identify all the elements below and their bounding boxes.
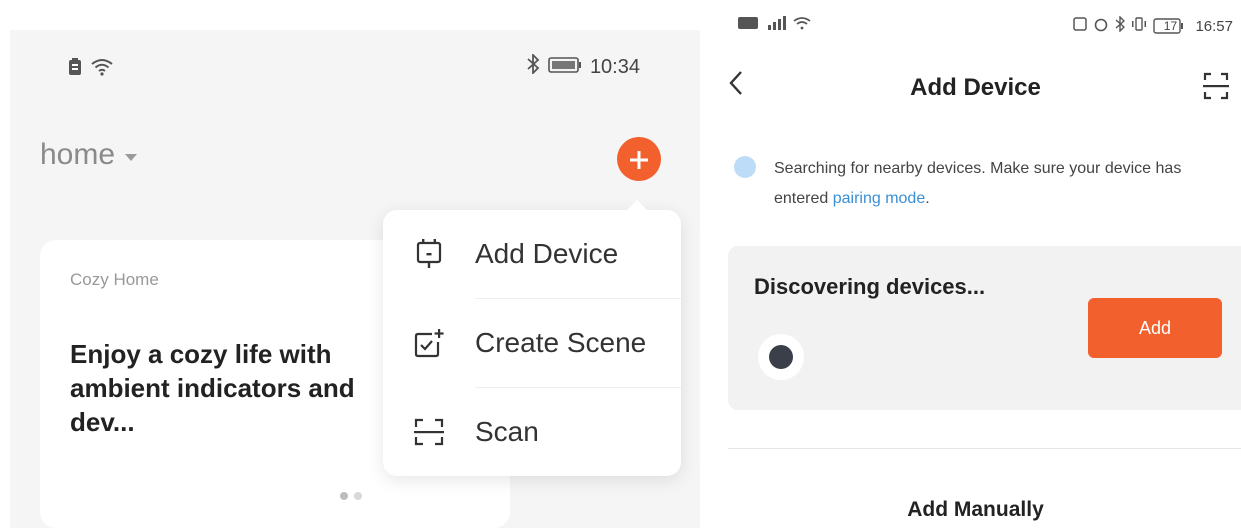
hd-icon xyxy=(738,17,758,32)
add-button[interactable]: Add xyxy=(1088,298,1222,358)
menu-item-label: Create Scene xyxy=(475,327,647,358)
add-manually-heading: Add Manually xyxy=(907,498,1044,521)
menu-item-create-scene[interactable]: Create Scene xyxy=(383,299,681,387)
wifi-icon xyxy=(792,16,812,33)
battery-saver-icon xyxy=(68,58,82,81)
home-selector[interactable]: home xyxy=(40,138,138,172)
menu-item-label: Add Device xyxy=(475,238,619,269)
status-bar-right: 17 16:57 xyxy=(1073,15,1233,36)
card-label: Cozy Home xyxy=(70,270,159,289)
bluetooth-icon xyxy=(1115,15,1126,36)
status-bar-left xyxy=(68,58,114,81)
home-title: home xyxy=(40,138,116,171)
battery-level: 17 xyxy=(1163,19,1178,33)
vibrate-icon xyxy=(1131,17,1147,35)
searching-text-end: . xyxy=(925,190,930,208)
card-text: Enjoy a cozy life with ambient indicator… xyxy=(70,339,355,437)
status-bar-left xyxy=(738,16,812,33)
carousel-dot xyxy=(340,492,348,500)
right-phone-screen: 17 16:57 Add Device Searching for nearby… xyxy=(710,0,1241,528)
add-device-icon xyxy=(383,239,475,269)
add-menu-popup: Add Device Create Scene Scan xyxy=(383,200,681,476)
scan-icon[interactable] xyxy=(1203,72,1229,105)
caret-down-icon xyxy=(125,153,138,161)
discovering-card: Discovering devices... Add xyxy=(728,246,1241,410)
menu-item-scan[interactable]: Scan xyxy=(383,388,681,476)
section-divider xyxy=(728,448,1241,449)
menu-notch xyxy=(627,200,647,210)
discovering-title: Discovering devices... xyxy=(754,274,986,299)
searching-spinner-icon xyxy=(734,156,756,178)
menu-item-add-device[interactable]: Add Device xyxy=(383,210,681,298)
battery-icon xyxy=(548,56,582,79)
menu-item-label: Scan xyxy=(475,416,539,447)
pairing-mode-link[interactable]: pairing mode xyxy=(833,190,926,207)
signal-icon xyxy=(764,16,786,33)
plus-icon xyxy=(629,142,649,176)
status-time: 10:34 xyxy=(589,55,640,78)
nfc-icon xyxy=(1073,17,1088,35)
device-icon xyxy=(769,345,793,369)
scan-icon xyxy=(383,418,475,446)
alarm-icon xyxy=(1093,16,1109,36)
status-time: 16:57 xyxy=(1195,17,1233,35)
carousel-dots xyxy=(340,492,362,500)
carousel-dot xyxy=(354,492,362,500)
bluetooth-icon xyxy=(526,52,540,80)
left-phone-screen: 10:34 home Cozy Home Enjoy a cozy life w… xyxy=(10,30,700,528)
device-thumbnail[interactable] xyxy=(758,334,804,380)
add-plus-button[interactable] xyxy=(617,137,661,181)
page-title: Add Device xyxy=(910,74,1041,101)
searching-message: Searching for nearby devices. Make sure … xyxy=(774,154,1234,215)
status-bar-right: 10:34 xyxy=(526,52,640,80)
wifi-icon xyxy=(90,58,114,81)
create-scene-icon xyxy=(383,328,475,358)
